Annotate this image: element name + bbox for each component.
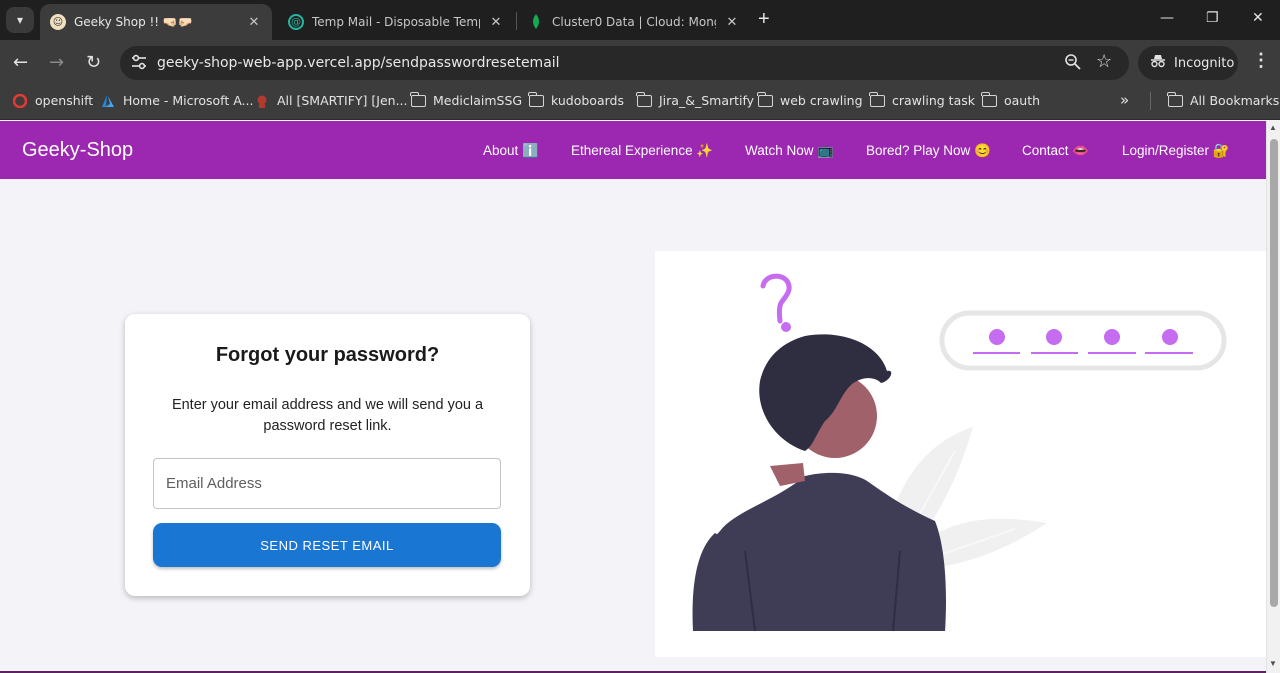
folder-icon (981, 91, 997, 108)
bookmark-star-icon[interactable]: ☆ (1096, 51, 1112, 72)
bookmark-label: All [SMARTIFY] [Jen... (277, 93, 408, 108)
site-navbar: Geeky-Shop About ℹ️ Ethereal Experience … (0, 121, 1266, 179)
bookmark-label: Home - Microsoft A... (123, 93, 254, 108)
nav-play-now[interactable]: Bored? Play Now 😊 (866, 143, 991, 159)
address-bar[interactable]: geeky-shop-web-app.vercel.app/sendpasswo… (120, 46, 1129, 80)
site-info-icon[interactable] (130, 54, 150, 72)
folder-icon (1167, 91, 1183, 108)
forgot-password-illustration (655, 251, 1266, 657)
close-icon[interactable]: ✕ (488, 15, 504, 30)
tab-title: Temp Mail - Disposable Tempor (312, 15, 480, 29)
tab-temp-mail[interactable]: @ Temp Mail - Disposable Tempor ✕ (278, 4, 514, 40)
incognito-badge[interactable]: Incognito (1138, 46, 1238, 80)
tab-mongodb[interactable]: Cluster0 Data | Cloud: MongoDB ✕ (518, 4, 750, 40)
forward-arrow-icon[interactable]: → (49, 52, 64, 73)
chevron-down-icon: ▾ (16, 13, 24, 27)
page-scrollbar[interactable]: ▲ ▼ (1266, 121, 1280, 673)
bookmark-label: MediclaimSSG (433, 93, 523, 108)
mongodb-leaf-icon (528, 14, 544, 30)
page-viewport: Geeky-Shop About ℹ️ Ethereal Experience … (0, 121, 1266, 673)
bookmark-label: web crawling (780, 93, 863, 108)
bookmark-azure[interactable]: Home - Microsoft A... (100, 93, 253, 108)
bookmarks-bar: openshift Home - Microsoft A... All [SMA… (0, 86, 1280, 120)
password-dots-bubble (939, 310, 1227, 371)
nav-login-register[interactable]: Login/Register 🔐 (1122, 143, 1230, 159)
bookmark-label: openshift (35, 93, 94, 108)
url-text[interactable]: geeky-shop-web-app.vercel.app/sendpasswo… (157, 55, 560, 71)
tab-title: Geeky Shop !! 🤜🏻🤛🏻 (74, 15, 193, 29)
bookmark-folder-kudoboards[interactable]: kudoboards (528, 91, 624, 108)
bookmark-folder-crawling-task[interactable]: crawling task (869, 91, 975, 108)
nav-watch-now[interactable]: Watch Now 📺 (745, 143, 834, 159)
folder-icon (528, 91, 544, 108)
incognito-icon (1150, 54, 1166, 72)
bookmark-jenkins[interactable]: All [SMARTIFY] [Jen... (254, 93, 408, 108)
more-menu-icon[interactable]: ⋮ (1252, 50, 1270, 71)
bookmark-label: crawling task (892, 93, 975, 108)
question-mark-icon (760, 273, 792, 332)
folder-icon (869, 91, 885, 108)
bookmarks-divider (1150, 92, 1151, 110)
forgot-password-card: Forgot your password? Enter your email a… (125, 314, 530, 596)
bookmark-openshift[interactable]: openshift (12, 93, 93, 108)
email-field[interactable] (153, 458, 501, 509)
scroll-down-arrow-icon[interactable]: ▼ (1269, 659, 1277, 668)
bookmark-label: oauth (1004, 93, 1041, 108)
bookmark-folder-web-crawling[interactable]: web crawling (757, 91, 863, 108)
form-description: Enter your email address and we will sen… (171, 397, 484, 434)
geeky-shop-favicon-icon: ☺ (50, 14, 66, 30)
close-icon[interactable]: ✕ (724, 15, 740, 30)
reload-icon[interactable]: ↻ (86, 52, 101, 73)
window-close-icon[interactable]: ✕ (1252, 10, 1264, 26)
openshift-icon (12, 93, 28, 108)
tab-geeky-shop[interactable]: ☺ Geeky Shop !! 🤜🏻🤛🏻 ✕ (40, 4, 272, 40)
bookmarks-overflow-button[interactable]: » (1120, 91, 1129, 109)
bookmark-label: kudoboards (551, 93, 624, 108)
bookmark-folder-oauth[interactable]: oauth (981, 91, 1041, 108)
temp-mail-favicon-icon: @ (288, 14, 304, 30)
close-icon[interactable]: ✕ (246, 15, 262, 30)
tab-divider (516, 12, 517, 30)
bookmark-label: All Bookmarks (1190, 93, 1280, 108)
scrollbar-thumb[interactable] (1270, 139, 1278, 607)
brand-logo[interactable]: Geeky-Shop (22, 139, 133, 162)
zoom-icon[interactable] (1064, 53, 1082, 76)
tab-title: Cluster0 Data | Cloud: MongoDB (552, 15, 716, 29)
back-arrow-icon[interactable]: ← (13, 52, 28, 73)
bookmark-label: Jira_&_Smartify (659, 93, 755, 108)
restore-icon[interactable]: ❐ (1206, 10, 1219, 26)
tab-search-button[interactable]: ▾ (6, 7, 34, 33)
folder-icon (757, 91, 773, 108)
nav-contact[interactable]: Contact 👄 (1022, 143, 1089, 159)
tab-strip: ▾ ☺ Geeky Shop !! 🤜🏻🤛🏻 ✕ @ Temp Mail - D… (0, 0, 1280, 40)
folder-icon (636, 91, 652, 108)
page-title: Forgot your password? (215, 344, 440, 366)
all-bookmarks-button[interactable]: All Bookmarks (1167, 91, 1280, 108)
azure-icon (100, 94, 116, 108)
bookmark-folder-jira[interactable]: Jira_&_Smartify (636, 91, 755, 108)
browser-toolbar: ← → ↻ geeky-shop-web-app.vercel.app/send… (0, 40, 1280, 86)
send-reset-email-button[interactable]: SEND RESET EMAIL (153, 523, 501, 567)
minimize-icon[interactable]: — (1160, 10, 1174, 26)
scroll-up-arrow-icon[interactable]: ▲ (1269, 123, 1277, 132)
nav-about[interactable]: About ℹ️ (483, 143, 539, 159)
nav-ethereal-experience[interactable]: Ethereal Experience ✨ (571, 143, 713, 159)
new-tab-button[interactable]: + (758, 9, 770, 29)
jenkins-icon (254, 94, 270, 108)
bookmark-folder-mediclaim[interactable]: MediclaimSSG (410, 91, 523, 108)
folder-icon (410, 91, 426, 108)
illustration-svg (692, 273, 1227, 632)
incognito-label: Incognito (1174, 55, 1235, 71)
